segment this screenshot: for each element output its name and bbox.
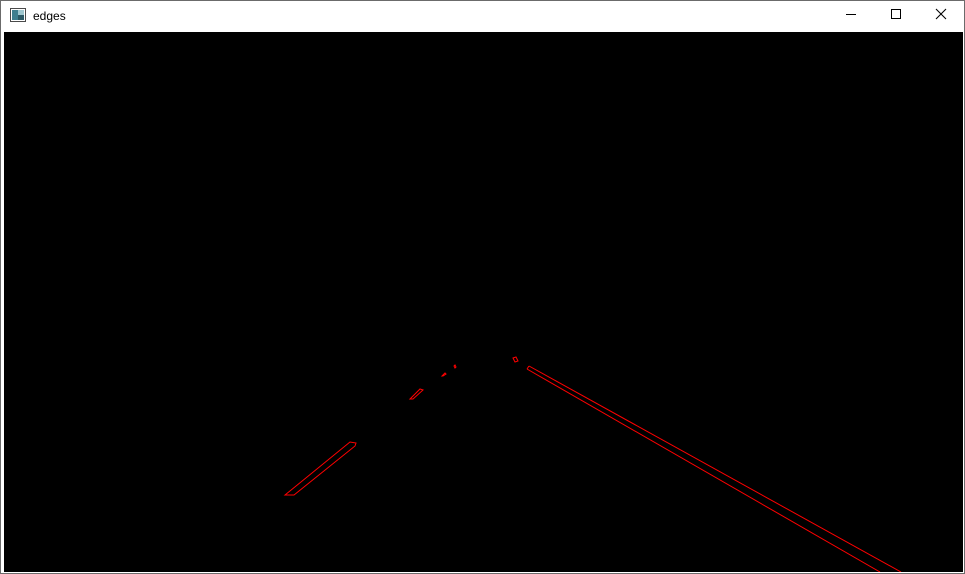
minimize-icon <box>845 7 857 25</box>
close-icon <box>935 7 947 25</box>
minimize-button[interactable] <box>828 1 873 31</box>
maximize-button[interactable] <box>873 1 918 31</box>
maximize-icon <box>890 7 902 25</box>
canvas-background <box>4 32 963 572</box>
edges-image-canvas[interactable] <box>4 32 963 572</box>
image-window-icon <box>10 8 26 22</box>
title-bar[interactable]: edges <box>1 1 964 31</box>
edges-image <box>4 32 963 572</box>
window-title: edges <box>33 9 66 23</box>
close-button[interactable] <box>918 1 963 31</box>
app-window: edges <box>0 0 965 574</box>
